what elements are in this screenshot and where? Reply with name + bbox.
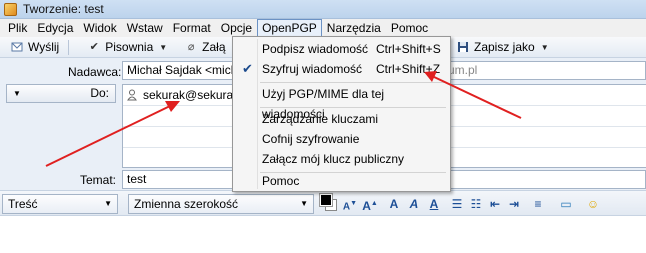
menu-widok[interactable]: Widok	[79, 20, 120, 37]
menu-item-attach-public-key[interactable]: Załącz mój klucz publiczny	[235, 149, 448, 169]
menu-separator	[260, 107, 446, 108]
subject-value: test	[127, 172, 147, 186]
font-select[interactable]: Zmienna szerokość ▼	[128, 194, 314, 214]
format-toolbar: Treść ▼ Zmienna szerokość ▼ A▼ A▲ A A A …	[0, 190, 646, 216]
app-icon	[4, 2, 17, 16]
menu-item-label: Załącz mój klucz publiczny	[262, 152, 405, 166]
menu-item-encrypt[interactable]: ✔ Szyfruj wiadomość Ctrl+Shift+Z	[235, 59, 448, 79]
menu-item-label: Szyfruj wiadomość	[262, 62, 363, 76]
menu-item-help[interactable]: Pomoc	[235, 171, 448, 191]
from-value-suffix: um.pl	[448, 63, 478, 77]
chevron-down-icon[interactable]: ▼	[159, 43, 167, 52]
align-icon[interactable]: ≡	[530, 196, 546, 212]
bulleted-list-icon[interactable]: ☰	[449, 196, 465, 212]
chevron-down-icon: ▼	[13, 89, 21, 98]
send-label: Wyślij	[28, 40, 60, 54]
menu-item-shortcut: Ctrl+Shift+S	[376, 42, 441, 56]
title-bar: Tworzenie: test	[0, 0, 646, 19]
paperclip-icon: ⌀	[187, 41, 195, 53]
attach-button[interactable]: ⌀ Załą	[180, 38, 230, 57]
to-label: Do:	[90, 86, 109, 100]
insert-image-icon[interactable]: ▭	[558, 196, 574, 212]
spelling-label: Pisownia	[105, 40, 154, 54]
menu-item-undo-encryption[interactable]: Cofnij szyfrowanie	[235, 129, 448, 149]
menu-item-label: Cofnij szyfrowanie	[262, 132, 360, 146]
emoticon-icon[interactable]: ☺	[585, 196, 601, 212]
menu-opcje[interactable]: Opcje	[217, 20, 256, 37]
menu-bar: Plik Edycja Widok Wstaw Format Opcje Ope…	[0, 18, 646, 38]
paragraph-format-select[interactable]: Treść ▼	[2, 194, 118, 214]
message-body[interactable]	[0, 216, 646, 253]
chevron-down-icon: ▼	[104, 199, 112, 208]
menu-item-pgp-mime[interactable]: Użyj PGP/MIME dla tej wiadomości	[235, 84, 448, 121]
floppy-disk-icon	[458, 42, 468, 52]
attach-label: Załą	[202, 40, 226, 54]
window-title: Tworzenie: test	[23, 2, 104, 16]
chevron-down-icon: ▼	[300, 199, 308, 208]
menu-separator	[260, 82, 446, 83]
numbered-list-icon[interactable]: ☷	[468, 196, 484, 212]
bold-icon[interactable]: A	[386, 196, 402, 212]
menu-item-label: Zarządzanie kluczami	[262, 112, 379, 126]
menu-item-sign[interactable]: Podpisz wiadomość Ctrl+Shift+S	[235, 39, 448, 59]
font-value: Zmienna szerokość	[134, 197, 239, 211]
underline-icon[interactable]: A	[426, 196, 442, 212]
menu-openpgp[interactable]: OpenPGP	[257, 18, 322, 38]
from-label: Nadawca:	[68, 65, 122, 79]
save-as-label: Zapisz jako	[474, 40, 535, 54]
menu-pomoc[interactable]: Pomoc	[387, 20, 432, 37]
save-as-button[interactable]: Zapisz jako ▼	[452, 38, 554, 57]
send-button[interactable]: Wyślij	[6, 38, 64, 57]
spelling-button[interactable]: ✔ Pisownia ▼	[83, 38, 172, 57]
menu-item-key-management[interactable]: Zarządzanie kluczami	[235, 109, 448, 129]
paragraph-format-value: Treść	[8, 197, 38, 211]
toolbar-separator	[68, 39, 70, 55]
italic-icon[interactable]: A	[406, 196, 422, 212]
subject-label: Temat:	[80, 173, 117, 187]
recipient-type-select[interactable]: ▼ Do:	[6, 84, 116, 103]
decrease-font-icon[interactable]: A▼	[342, 196, 358, 212]
menu-item-label: Podpisz wiadomość	[262, 42, 369, 56]
indent-icon[interactable]: ⇥	[506, 196, 522, 212]
menu-narzedzia[interactable]: Narzędzia	[323, 20, 385, 37]
menu-item-label: Pomoc	[262, 174, 300, 188]
outdent-icon[interactable]: ⇤	[487, 196, 503, 212]
text-color-icon[interactable]	[319, 193, 333, 207]
menu-format[interactable]: Format	[169, 20, 215, 37]
menu-item-shortcut: Ctrl+Shift+Z	[376, 62, 441, 76]
increase-font-icon[interactable]: A▲	[362, 196, 378, 213]
menu-edycja[interactable]: Edycja	[33, 20, 77, 37]
checkmark-icon: ✔	[242, 61, 253, 76]
chevron-down-icon[interactable]: ▼	[541, 43, 549, 52]
from-value: Michał Sajdak <micha	[127, 63, 245, 77]
openpgp-menu: Podpisz wiadomość Ctrl+Shift+S ✔ Szyfruj…	[232, 36, 451, 192]
send-icon	[11, 42, 23, 52]
menu-plik[interactable]: Plik	[4, 20, 31, 37]
menu-wstaw[interactable]: Wstaw	[123, 20, 167, 37]
checkmark-icon: ✔	[89, 41, 99, 53]
person-icon	[127, 89, 137, 101]
